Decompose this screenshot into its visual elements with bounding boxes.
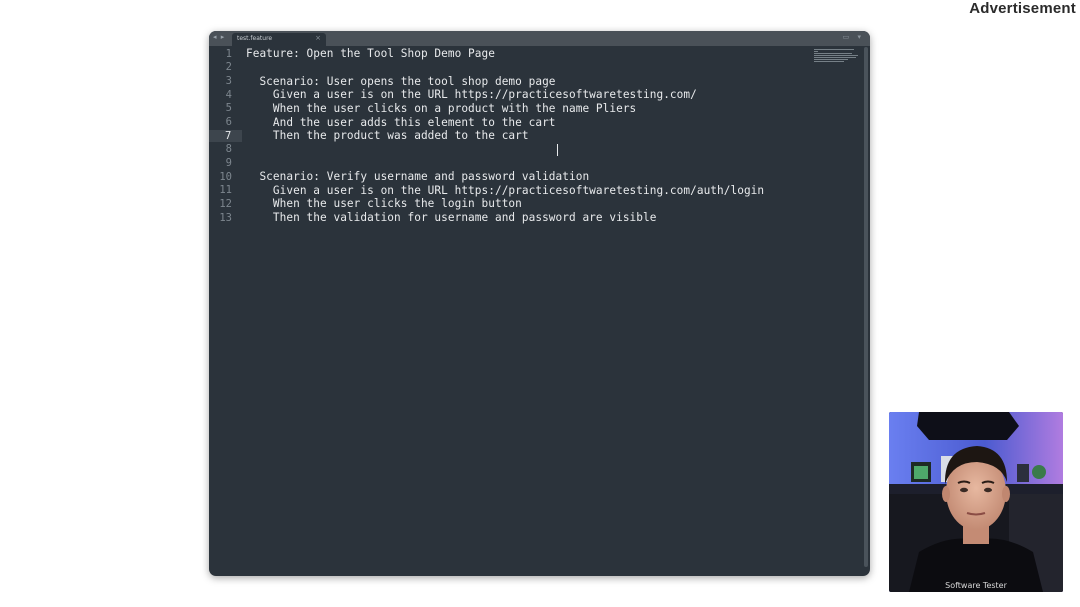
line-number: 12 — [219, 197, 232, 210]
screen: Advertisement ◂ ▸ test.feature × ▭ ▾ 1 Fe… — [0, 0, 1080, 607]
line-text[interactable]: Scenario: Verify username and password v… — [232, 170, 589, 183]
line-text[interactable]: When the user clicks on a product with t… — [232, 102, 636, 115]
line-number: 8 — [225, 143, 232, 156]
tab-bar: ◂ ▸ test.feature × ▭ ▾ — [209, 31, 870, 46]
line-number: 13 — [219, 211, 232, 224]
line-number: 7 — [209, 129, 242, 142]
tab-nav-arrows-icon[interactable]: ◂ ▸ — [213, 33, 225, 41]
line-text[interactable]: Feature: Open the Tool Shop Demo Page — [232, 47, 495, 60]
code-line[interactable]: 9 — [209, 156, 860, 170]
webcam-presenter-image: Software Tester — [889, 412, 1063, 592]
line-number: 4 — [225, 88, 232, 101]
code-area[interactable]: 1 Feature: Open the Tool Shop Demo Page 2 3… — [209, 47, 860, 224]
code-line[interactable]: 8 — [209, 142, 860, 156]
line-text[interactable]: When the user clicks the login button — [232, 197, 522, 210]
code-line[interactable]: 12 When the user clicks the login button — [209, 197, 860, 211]
line-number: 11 — [219, 184, 232, 197]
line-number: 6 — [225, 116, 232, 129]
webcam-overlay: Software Tester — [889, 412, 1063, 592]
code-line[interactable]: 13 Then the validation for username and … — [209, 211, 860, 225]
code-line[interactable]: 4 Given a user is on the URL https://pra… — [209, 88, 860, 102]
code-line[interactable]: 7 Then the product was added to the cart — [209, 129, 860, 143]
line-number: 2 — [225, 61, 232, 74]
code-line[interactable]: 1 Feature: Open the Tool Shop Demo Page — [209, 47, 860, 61]
line-text[interactable]: Given a user is on the URL https://pract… — [232, 184, 764, 197]
vertical-scrollbar[interactable] — [864, 47, 868, 572]
line-number: 5 — [225, 102, 232, 115]
code-line[interactable]: 6 And the user adds this element to the … — [209, 115, 860, 129]
line-text[interactable]: Scenario: User opens the tool shop demo … — [232, 75, 556, 88]
code-editor-window: ◂ ▸ test.feature × ▭ ▾ 1 Feature: Open th… — [209, 31, 870, 576]
code-line[interactable]: 2 — [209, 61, 860, 75]
tab-close-icon[interactable]: × — [315, 34, 321, 42]
line-text[interactable]: And the user adds this element to the ca… — [232, 116, 556, 129]
line-text[interactable]: Then the validation for username and pas… — [232, 211, 657, 224]
tab-title: test.feature — [237, 35, 273, 42]
tab-bar-menu-icon[interactable]: ▭ ▾ — [843, 33, 864, 41]
line-number: 1 — [225, 47, 232, 60]
code-line[interactable]: 11 Given a user is on the URL https://pr… — [209, 183, 860, 197]
line-text[interactable]: Then the product was added to the cart — [242, 129, 529, 142]
shirt-text: Software Tester — [945, 581, 1007, 590]
advertisement-label: Advertisement — [969, 0, 1076, 17]
line-number: 9 — [225, 156, 232, 169]
code-line[interactable]: 3 Scenario: User opens the tool shop dem… — [209, 74, 860, 88]
line-text[interactable]: Given a user is on the URL https://pract… — [232, 88, 697, 101]
tab-test-feature[interactable]: test.feature × — [232, 33, 326, 46]
code-line[interactable]: 5 When the user clicks on a product with… — [209, 102, 860, 116]
line-number: 10 — [219, 170, 232, 183]
line-number: 3 — [225, 75, 232, 88]
code-line[interactable]: 10 Scenario: Verify username and passwor… — [209, 170, 860, 184]
minimap[interactable] — [814, 49, 860, 63]
scrollbar-thumb[interactable] — [864, 47, 868, 567]
text-cursor — [557, 144, 558, 156]
